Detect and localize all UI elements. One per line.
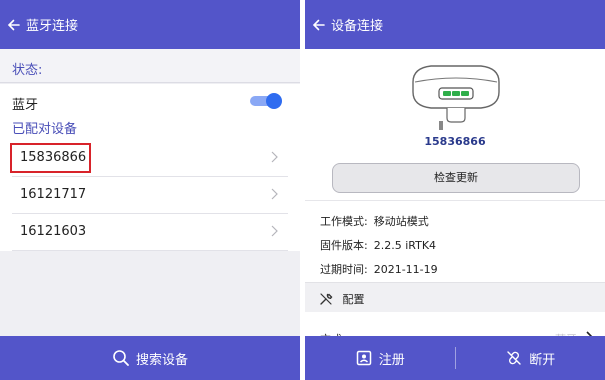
- receiver-icon: [412, 65, 500, 130]
- firmware-row: 固件版本: 2.2.5 iRTK4: [320, 237, 436, 253]
- device-list: 15836866 16121717 16121603: [0, 140, 300, 251]
- device-item[interactable]: 15836866: [10, 140, 288, 177]
- bottom-bar: 注册 断开: [305, 336, 605, 380]
- empty-area: [0, 252, 300, 336]
- register-label: 注册: [378, 352, 405, 368]
- device-item[interactable]: 16121717: [12, 177, 288, 214]
- device-item[interactable]: 16121603: [12, 214, 288, 251]
- search-icon: [113, 350, 129, 366]
- device-panel: 15836866 检查更新: [305, 49, 605, 200]
- chevron-right-icon: [271, 151, 278, 163]
- app-bar: 设备连接: [305, 0, 605, 49]
- back-arrow-icon[interactable]: [6, 17, 22, 33]
- page-title: 蓝牙连接: [26, 19, 79, 34]
- connection-mode-row[interactable]: 方式 蓝牙: [305, 312, 605, 346]
- expire-value: 2021-11-19: [373, 263, 438, 276]
- chevron-right-icon: [271, 188, 278, 200]
- search-button[interactable]: 搜索设备: [0, 336, 300, 380]
- config-section-header: 配置: [305, 282, 605, 312]
- device-info: 工作模式: 移动站模式 固件版本: 2.2.5 iRTK4 过期时间: 2021-11…: [305, 200, 605, 282]
- bluetooth-screen: 蓝牙连接 状态: 蓝牙 已配对设备 15836866 16121717 1612…: [0, 0, 300, 380]
- device-id: 16121603: [20, 224, 87, 239]
- chevron-right-icon: [271, 225, 278, 237]
- device-id: 16121717: [20, 187, 87, 202]
- register-button[interactable]: 注册: [305, 336, 455, 380]
- toggle-knob: [266, 93, 282, 109]
- page-title: 设备连接: [331, 19, 384, 34]
- firmware-label: 固件版本:: [320, 239, 368, 252]
- expire-row: 过期时间: 2021-11-19: [320, 261, 438, 277]
- work-mode-label: 工作模式:: [320, 215, 368, 228]
- device-id: 15836866: [20, 150, 87, 165]
- expire-label: 过期时间:: [320, 263, 368, 276]
- check-update-button[interactable]: 检查更新: [332, 163, 580, 193]
- device-serial: 15836866: [424, 135, 486, 148]
- disconnect-icon: [507, 351, 521, 365]
- work-mode-row: 工作模式: 移动站模式: [320, 213, 429, 229]
- wrench-icon: [320, 293, 333, 305]
- bluetooth-label: 蓝牙: [12, 98, 39, 113]
- disconnect-label: 断开: [529, 352, 556, 368]
- stage: 蓝牙连接 状态: 蓝牙 已配对设备 15836866 16121717 1612…: [0, 0, 605, 380]
- work-mode-value: 移动站模式: [373, 215, 429, 228]
- search-label: 搜索设备: [135, 352, 188, 368]
- firmware-value: 2.2.5 iRTK4: [373, 239, 437, 252]
- bluetooth-toggle[interactable]: [250, 93, 282, 109]
- bluetooth-row: 蓝牙 已配对设备: [0, 84, 300, 140]
- config-label: 配置: [342, 293, 365, 306]
- status-label: 状态:: [12, 63, 43, 78]
- status-header: 状态:: [0, 49, 300, 83]
- register-icon: [356, 350, 371, 366]
- device-connect-screen: 设备连接 15836866 检查更新 工作模式: 移动站模式 固件版本: 2.2.5…: [305, 0, 605, 380]
- app-bar: 蓝牙连接: [0, 0, 300, 49]
- disconnect-button[interactable]: 断开: [456, 336, 605, 380]
- paired-devices-label: 已配对设备: [12, 122, 78, 137]
- back-arrow-icon[interactable]: [311, 17, 327, 33]
